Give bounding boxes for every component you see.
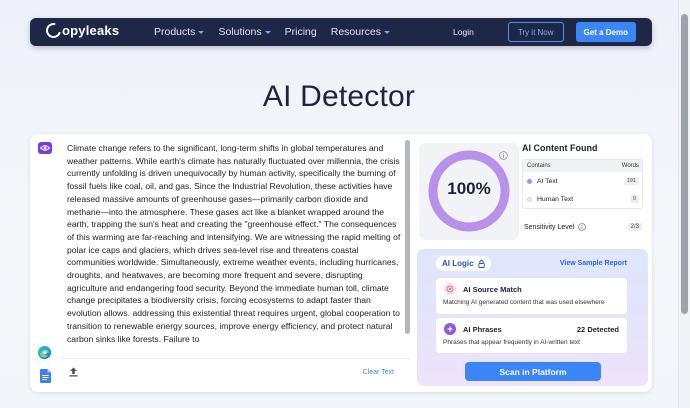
header-contains: Contains <box>527 163 551 169</box>
sensitivity-label: Sensitivity Level <box>524 223 575 231</box>
eye-toggle-button[interactable] <box>38 142 52 154</box>
ai-phrases-desc: Phrases that appear frequently in AI-wri… <box>443 339 580 346</box>
human-text-dot-icon <box>527 196 532 202</box>
edge-browser-icon[interactable] <box>37 345 52 360</box>
header-words: Words <box>621 163 639 169</box>
row-label: AI Text <box>537 177 558 185</box>
nav-item-resources[interactable]: Resources <box>331 26 390 38</box>
caret-down-icon <box>264 31 271 34</box>
table-header: Contains Words <box>523 160 642 172</box>
text-input-area[interactable]: Climate change refers to the significant… <box>61 140 410 358</box>
score-value: 100% <box>447 179 491 198</box>
google-docs-icon[interactable] <box>40 369 51 383</box>
sensitivity-value[interactable]: 2/3 <box>627 223 642 231</box>
ai-source-match-card[interactable]: AI Source Match Matching AI generated co… <box>436 278 627 314</box>
row-label: Human Text <box>537 195 574 203</box>
source-match-icon <box>444 283 456 295</box>
page-scrollbar-thumb[interactable] <box>681 14 688 314</box>
nav-item-label: Pricing <box>284 26 317 38</box>
logo-text: opyleaks <box>62 23 120 38</box>
source-match-title: AI Source Match <box>463 285 522 294</box>
caret-down-icon <box>383 31 390 34</box>
table-row-human-text: Human Text 0 <box>523 190 642 208</box>
ai-logic-title: AI Logic <box>442 259 474 268</box>
nav-item-solutions[interactable]: Solutions <box>218 26 271 38</box>
row-count: 191 <box>623 177 639 185</box>
get-a-demo-button[interactable]: Get a Demo <box>575 22 636 42</box>
info-icon[interactable] <box>578 223 587 231</box>
ai-phrases-title: AI Phrases <box>463 325 502 334</box>
ai-logic-badge: AI Logic <box>436 256 491 271</box>
nav-actions: Login Try it Now Get a Demo <box>453 22 636 42</box>
page-title: AI Detector <box>262 80 416 113</box>
ai-phrases-card[interactable]: AI Phrases 22 Detected Phrases that appe… <box>436 318 627 353</box>
scan-in-platform-button[interactable]: Scan in Platform <box>465 362 601 381</box>
ai-content-found: AI Content Found <box>522 143 644 153</box>
ai-phrases-icon <box>444 323 456 335</box>
nav-menu: Products Solutions Pricing Resources <box>154 18 390 46</box>
page-scrollbar[interactable] <box>678 0 690 408</box>
nav-item-label: Solutions <box>218 26 262 38</box>
editor-footer: Clear Text <box>61 358 410 384</box>
top-navigation: opyleaks Products Solutions Pricing Reso… <box>30 18 652 46</box>
view-sample-report-link[interactable]: View Sample Report <box>560 260 627 267</box>
info-icon[interactable] <box>499 151 508 160</box>
ai-content-found-title: AI Content Found <box>522 143 598 153</box>
nav-item-products[interactable]: Products <box>154 26 205 38</box>
row-count: 0 <box>629 195 639 203</box>
eye-icon <box>40 145 50 151</box>
table-row-ai-text: AI Text 191 <box>523 172 642 190</box>
login-link[interactable]: Login <box>453 27 474 37</box>
ai-text-dot-icon <box>527 178 532 184</box>
ai-logic-panel: AI Logic View Sample Report AI Source Ma… <box>417 249 648 386</box>
lock-icon <box>477 259 485 268</box>
try-it-now-button[interactable]: Try it Now <box>507 22 564 42</box>
nav-item-pricing[interactable]: Pricing <box>285 26 317 38</box>
copyleaks-logo[interactable]: opyleaks <box>43 20 120 41</box>
logo-c-icon <box>43 20 64 41</box>
nav-item-label: Products <box>154 26 196 38</box>
clear-text-button[interactable]: Clear Text <box>363 369 394 376</box>
content-breakdown-table: Contains Words AI Text 191 Human Text 0 <box>522 159 643 209</box>
ai-phrases-count: 22 Detected <box>576 325 619 334</box>
source-match-desc: Matching AI generated content that was u… <box>443 299 605 306</box>
upload-icon[interactable] <box>69 367 78 377</box>
caret-down-icon <box>198 31 205 34</box>
text-scrollbar[interactable] <box>405 140 410 334</box>
sensitivity-level: Sensitivity Level 2/3 <box>524 223 642 231</box>
nav-item-label: Resources <box>330 26 381 38</box>
